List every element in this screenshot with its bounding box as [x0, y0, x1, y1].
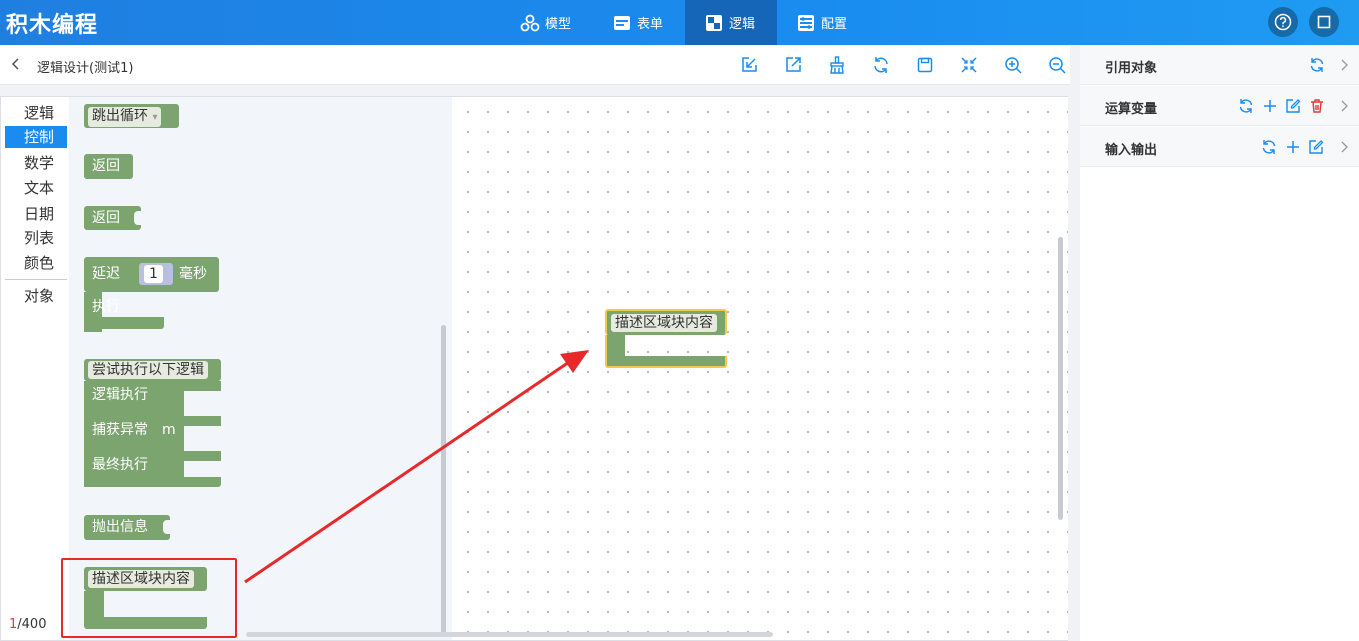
config-icon	[798, 14, 814, 31]
panel-io-label: 输入输出	[1105, 143, 1158, 158]
value-socket	[134, 211, 142, 225]
delay-footer	[84, 317, 164, 329]
throw-block[interactable]: 抛出信息	[84, 515, 171, 540]
plus-icon[interactable]	[1285, 139, 1301, 155]
try-catch-label: 捕获异常	[92, 422, 148, 438]
category-divider	[5, 279, 67, 280]
panel-variables[interactable]: 运算变量	[1080, 86, 1359, 126]
tab-model-label: 模型	[545, 17, 572, 32]
edit-icon[interactable]	[1308, 139, 1324, 155]
try-logic-label: 逻辑执行	[92, 387, 148, 403]
tab-logic[interactable]: 逻辑	[685, 0, 777, 45]
tab-config[interactable]: 配置	[796, 0, 847, 45]
workspace-block-label: 描述区域块内容	[611, 314, 717, 332]
delay-block[interactable]: 延迟 1 毫秒	[84, 257, 219, 292]
edit-icon[interactable]	[1285, 98, 1301, 114]
return-value-label: 返回	[92, 210, 120, 226]
try-block[interactable]: 尝试执行以下逻辑	[84, 359, 221, 381]
chevron-right-icon[interactable]	[1336, 139, 1352, 155]
flyout-scrollbar[interactable]	[441, 325, 446, 637]
return-value-block[interactable]: 返回	[84, 206, 142, 230]
delay-unit: 毫秒	[179, 266, 207, 282]
plus-icon[interactable]	[1262, 98, 1278, 114]
import-icon[interactable]	[740, 56, 758, 74]
editor-header: 逻辑设计(测试1)	[0, 45, 1070, 85]
category-math[interactable]: 数学	[5, 152, 67, 174]
workspace-hscrollbar[interactable]	[246, 632, 773, 637]
try-notch-3	[179, 451, 221, 461]
highlight-box	[61, 558, 237, 638]
clean-icon[interactable]	[828, 56, 846, 74]
delay-label: 延迟	[92, 266, 120, 282]
workspace-canvas[interactable]: 描述区域块内容	[246, 97, 1068, 640]
app-title: 积木编程	[6, 13, 99, 38]
category-logic[interactable]: 逻辑	[5, 102, 67, 124]
try-notch-2	[179, 416, 221, 426]
cluster-icon	[520, 14, 540, 31]
category-object[interactable]: 对象	[5, 285, 67, 307]
save-icon[interactable]	[916, 56, 934, 74]
refresh-icon[interactable]	[1309, 57, 1325, 73]
break-loop-field[interactable]: 跳出循环 ▾	[88, 107, 162, 127]
throw-label: 抛出信息	[92, 519, 148, 535]
try-body: 逻辑执行 捕获异常 m 最终执行	[84, 381, 184, 487]
workspace-vscrollbar[interactable]	[1058, 237, 1063, 520]
category-date[interactable]: 日期	[5, 203, 67, 225]
tab-logic-label: 逻辑	[729, 17, 756, 32]
block-counter: 1/400	[9, 617, 46, 632]
help-button[interactable]	[1268, 7, 1298, 37]
break-loop-block[interactable]: 跳出循环 ▾	[84, 104, 179, 128]
panel-reference-label: 引用对象	[1105, 61, 1158, 76]
help-icon	[1274, 13, 1292, 31]
export-icon[interactable]	[784, 56, 802, 74]
delete-icon[interactable]	[1309, 98, 1325, 114]
delay-do-label: 执行	[92, 299, 120, 315]
refresh-icon[interactable]	[1261, 139, 1277, 155]
panel-io[interactable]: 输入输出	[1080, 127, 1359, 167]
center-icon[interactable]	[960, 56, 978, 74]
top-bar: 积木编程 模型 表单 逻辑 配置	[0, 0, 1359, 45]
refresh-icon[interactable]	[1238, 98, 1254, 114]
tab-form[interactable]: 表单	[612, 0, 663, 45]
panel-reference-objects[interactable]: 引用对象	[1080, 45, 1359, 85]
breadcrumb-title: 逻辑设计(测试1)	[37, 61, 134, 76]
category-toolbox: 逻辑 控制 数学 文本 日期 列表 颜色 对象 1/400	[1, 97, 69, 640]
workspace-block-footer	[605, 356, 727, 368]
workspace-description-block[interactable]: 描述区域块内容	[605, 309, 727, 335]
refresh-icon[interactable]	[872, 56, 890, 74]
try-notch-1	[179, 381, 221, 391]
try-var-label: m	[162, 422, 176, 438]
try-label: 尝试执行以下逻辑	[88, 361, 208, 379]
workspace-block-spine	[605, 335, 625, 356]
chevron-left-icon[interactable]	[10, 57, 22, 71]
chevron-right-icon[interactable]	[1336, 57, 1352, 73]
dropdown-arrow-icon: ▾	[152, 112, 158, 123]
try-finally-label: 最终执行	[92, 457, 148, 473]
category-text[interactable]: 文本	[5, 177, 67, 199]
break-loop-label: 跳出循环	[92, 108, 148, 124]
block-count-total: /400	[17, 617, 47, 632]
return-label: 返回	[92, 158, 120, 174]
category-list[interactable]: 列表	[5, 227, 67, 249]
try-footer	[84, 477, 221, 487]
category-control[interactable]: 控制	[5, 126, 67, 148]
fullscreen-icon	[1317, 15, 1331, 29]
return-block[interactable]: 返回	[84, 154, 133, 179]
category-color[interactable]: 颜色	[5, 252, 67, 274]
tab-model[interactable]: 模型	[520, 0, 571, 45]
panel-variables-label: 运算变量	[1105, 102, 1158, 117]
delay-value-input[interactable]: 1	[144, 265, 163, 283]
tab-config-label: 配置	[821, 17, 848, 32]
fullscreen-button[interactable]	[1309, 7, 1339, 37]
form-icon	[614, 15, 630, 30]
chevron-right-icon[interactable]	[1336, 98, 1352, 114]
value-socket	[163, 520, 171, 534]
zoom-in-icon[interactable]	[1004, 56, 1022, 74]
zoom-out-icon[interactable]	[1048, 56, 1066, 74]
logic-icon	[706, 14, 722, 31]
tab-form-label: 表单	[637, 17, 664, 32]
right-panel: 引用对象 运算变量 输入输出	[1080, 45, 1359, 641]
